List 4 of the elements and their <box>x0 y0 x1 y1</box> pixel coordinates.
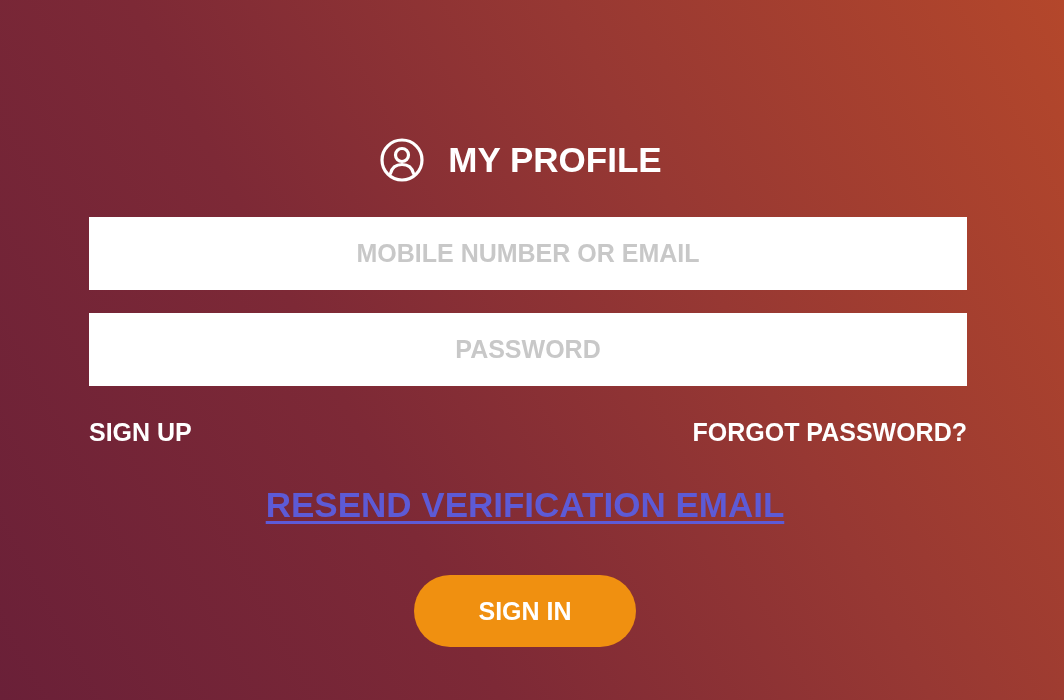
sign-up-link[interactable]: SIGN UP <box>89 417 192 447</box>
page-title: MY PROFILE <box>448 139 662 181</box>
forgot-password-link[interactable]: FORGOT PASSWORD? <box>692 417 967 447</box>
user-profile-icon <box>380 138 425 182</box>
